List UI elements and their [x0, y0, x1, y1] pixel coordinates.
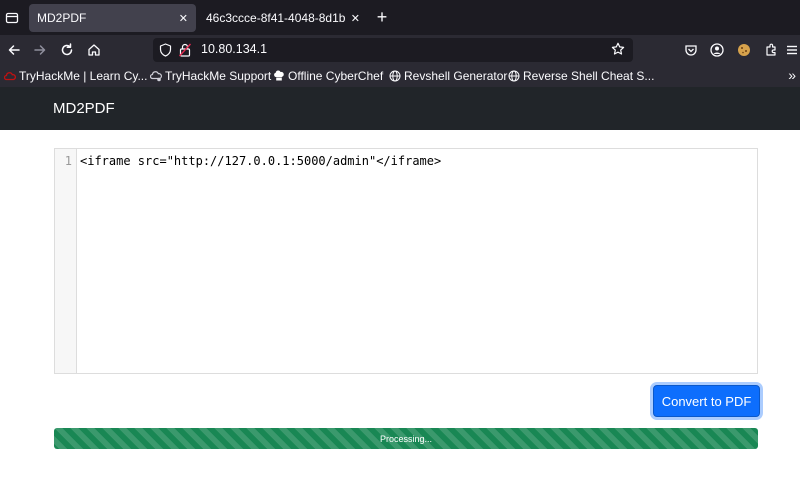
home-icon[interactable]: [84, 40, 104, 60]
progress-bar: Processing...: [54, 428, 758, 449]
editor-content[interactable]: <iframe src="http://127.0.0.1:5000/admin…: [80, 154, 441, 168]
bookmark-label: Revshell Generator: [404, 69, 508, 83]
forward-arrow-icon[interactable]: [30, 40, 50, 60]
progress-fill: Processing...: [54, 428, 758, 449]
tab-md2pdf[interactable]: MD2PDF ✕: [29, 4, 196, 32]
editor-gutter: 1: [55, 149, 77, 373]
menu-icon[interactable]: [782, 40, 800, 60]
insecure-lock-icon[interactable]: [179, 43, 191, 57]
bookmarks-overflow-icon[interactable]: »: [788, 67, 796, 83]
address-bar[interactable]: 10.80.134.1: [153, 38, 633, 62]
site-navbar: [0, 87, 800, 130]
tab-second[interactable]: 46c3ccce-8f41-4048-8d1b-fa ✕: [198, 4, 368, 32]
extensions-icon[interactable]: [761, 40, 781, 60]
support-icon: [150, 70, 162, 82]
convert-to-pdf-button[interactable]: Convert to PDF: [653, 385, 760, 417]
bookmark-label: TryHackMe Support: [165, 69, 272, 83]
bookmark-label: Offline CyberChef: [288, 69, 384, 83]
shield-icon[interactable]: [159, 43, 172, 57]
bookmark-label: TryHackMe | Learn Cy...: [19, 69, 148, 83]
reload-icon[interactable]: [57, 40, 77, 60]
bookmark-label: Reverse Shell Cheat S...: [523, 69, 655, 83]
bookmark-star-icon[interactable]: [611, 42, 625, 56]
account-icon[interactable]: [707, 40, 727, 60]
chef-icon: [273, 70, 285, 82]
bookmark-tryhackme-support[interactable]: TryHackMe Support: [150, 68, 271, 84]
bookmark-offline-cyberchef[interactable]: Offline CyberChef: [273, 68, 383, 84]
tab-list-icon[interactable]: [0, 6, 24, 30]
bookmarks-toolbar: TryHackMe | Learn Cy... TryHackMe Suppor…: [0, 65, 800, 87]
tryhackme-icon: [4, 70, 16, 82]
progress-label: Processing...: [379, 433, 433, 444]
bookmark-tryhackme[interactable]: TryHackMe | Learn Cy...: [4, 68, 147, 84]
tab-label: MD2PDF: [37, 11, 87, 25]
close-tab-icon[interactable]: ✕: [351, 12, 360, 25]
url-text: 10.80.134.1: [201, 42, 268, 56]
pocket-icon[interactable]: [681, 40, 701, 60]
site-brand[interactable]: MD2PDF: [53, 100, 115, 117]
markdown-editor[interactable]: 1 <iframe src="http://127.0.0.1:5000/adm…: [54, 148, 758, 374]
browser-tab-bar: MD2PDF ✕ 46c3ccce-8f41-4048-8d1b-fa ✕ +: [0, 0, 800, 35]
cookie-extension-icon[interactable]: [734, 40, 754, 60]
tab-label: 46c3ccce-8f41-4048-8d1b-fa: [206, 11, 345, 25]
line-number: 1: [64, 154, 72, 168]
bookmark-revshell-generator[interactable]: Revshell Generator: [389, 68, 507, 84]
back-arrow-icon[interactable]: [4, 40, 24, 60]
bookmark-reverse-shell-cheat-sheet[interactable]: Reverse Shell Cheat S...: [508, 68, 654, 84]
globe-icon: [389, 70, 401, 82]
globe-icon: [508, 70, 520, 82]
close-tab-icon[interactable]: ✕: [179, 12, 188, 25]
new-tab-button[interactable]: +: [372, 7, 392, 27]
